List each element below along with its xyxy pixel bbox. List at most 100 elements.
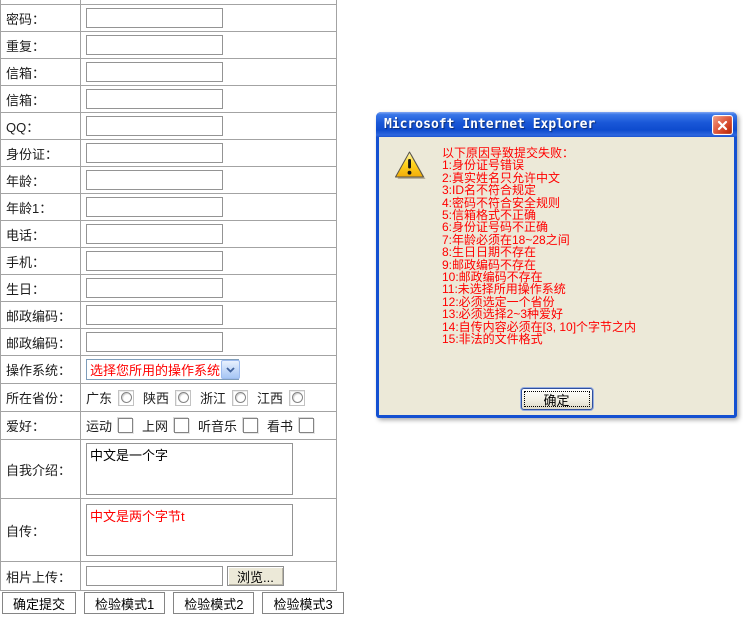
province-option-shaanxi: 陕西 — [143, 388, 192, 407]
age1-input[interactable] — [86, 197, 223, 217]
form-row-age: 年龄： — [0, 166, 337, 194]
check-mode3-button[interactable]: 检验模式3 — [262, 592, 344, 614]
qq-label: QQ： — [0, 112, 81, 140]
birthday-input[interactable] — [86, 278, 223, 298]
intro-textarea[interactable]: 中文是一个字 — [86, 443, 293, 495]
form-action-buttons: 确定提交 检验模式1 检验模式2 检验模式3 — [2, 592, 344, 614]
bio-label: 自传： — [0, 498, 81, 562]
intro-label: 自我介绍： — [0, 439, 81, 499]
chevron-down-icon[interactable] — [221, 360, 241, 379]
check-mode2-button[interactable]: 检验模式2 — [173, 592, 255, 614]
form-row-email2: 信箱： — [0, 85, 337, 113]
check-mode1-button[interactable]: 检验模式1 — [84, 592, 166, 614]
warning-icon — [395, 151, 426, 179]
photo-label: 相片上传： — [0, 561, 81, 591]
message-line: 8:生日日期不存在 — [442, 245, 537, 260]
email-label: 信箱： — [0, 58, 81, 86]
form-row-intro: 自我介绍： 中文是一个字 — [0, 439, 337, 499]
dialog-body: 以下原因导致提交失败： 1:身份证号错误 2:真实姓名只允许中文 3:ID名不符… — [379, 137, 734, 415]
email-input[interactable] — [86, 62, 223, 82]
phone-label: 电话： — [0, 220, 81, 248]
form-row-zipcode2: 邮政编码： — [0, 328, 337, 356]
checkbox-label: 上网 — [142, 419, 169, 434]
hobby-option-music: 听音乐 — [198, 416, 259, 435]
ie-alert-dialog: Microsoft Internet Explorer 以下原因导致提交失败： … — [376, 112, 737, 418]
age-label: 年龄： — [0, 166, 81, 194]
province-radio-jiangxi[interactable] — [289, 389, 306, 406]
form-row-password: 密码： — [0, 4, 337, 32]
age-input[interactable] — [86, 170, 223, 190]
email2-input[interactable] — [86, 89, 223, 109]
password-repeat-label: 重复： — [0, 31, 81, 59]
mobile-label: 手机： — [0, 247, 81, 275]
idcard-label: 身份证： — [0, 139, 81, 167]
province-radio-shaanxi[interactable] — [175, 389, 192, 406]
province-option-guangdong: 广东 — [86, 388, 135, 407]
province-option-jiangxi: 江西 — [257, 388, 306, 407]
form-row-hobby: 爱好： 运动 上网 听音乐 看书 — [0, 411, 337, 440]
password-repeat-input[interactable] — [86, 35, 223, 55]
photo-file-input[interactable] — [86, 566, 223, 586]
radio-label: 陕西 — [143, 391, 170, 406]
zipcode2-label: 邮政编码： — [0, 328, 81, 356]
message-line: 1:身份证号错误 — [442, 158, 525, 173]
form-row-bio: 自传： 中文是两个字节t — [0, 498, 337, 562]
password-label: 密码： — [0, 4, 81, 32]
os-label: 操作系统： — [0, 355, 81, 384]
form-row-zipcode: 邮政编码： — [0, 301, 337, 329]
os-select-value: 选择您所用的操作系统 — [90, 363, 221, 378]
zipcode2-input[interactable] — [86, 332, 223, 352]
registration-form-table: 密码： 重复： 信箱： 信箱： QQ： 身份证： 年龄： 年龄1： 电话： 手机… — [0, 0, 337, 591]
form-row-photo: 相片上传： 浏览... — [0, 561, 337, 591]
mobile-input[interactable] — [86, 251, 223, 271]
province-option-zhejiang: 浙江 — [200, 388, 249, 407]
province-radio-zhejiang[interactable] — [232, 389, 249, 406]
radio-label: 广东 — [86, 391, 113, 406]
province-radio-guangdong[interactable] — [118, 389, 135, 406]
form-row-os: 操作系统： 选择您所用的操作系统 — [0, 355, 337, 384]
hobby-checkbox-internet[interactable] — [174, 418, 190, 433]
form-row-birthday: 生日： — [0, 274, 337, 302]
ok-button[interactable]: 确定 — [520, 388, 593, 410]
email2-label: 信箱： — [0, 85, 81, 113]
form-row-phone: 电话： — [0, 220, 337, 248]
form-row-password-repeat: 重复： — [0, 31, 337, 59]
close-icon — [717, 120, 728, 130]
zipcode-input[interactable] — [86, 305, 223, 325]
checkbox-label: 运动 — [86, 419, 113, 434]
message-line: 11:未选择所用操作系统 — [442, 282, 566, 297]
form-row-email: 信箱： — [0, 58, 337, 86]
os-select[interactable]: 选择您所用的操作系统 — [86, 359, 241, 380]
hobby-checkbox-sport[interactable] — [118, 418, 134, 433]
hobby-checkbox-reading[interactable] — [299, 418, 315, 433]
idcard-input[interactable] — [86, 143, 223, 163]
browse-button[interactable]: 浏览... — [227, 566, 284, 586]
checkbox-label: 听音乐 — [198, 419, 238, 434]
message-line: 13:必须选择2~3种爱好 — [442, 307, 564, 322]
submit-button[interactable]: 确定提交 — [2, 592, 77, 614]
message-line: 15:非法的文件格式 — [442, 332, 543, 347]
province-label: 所在省份： — [0, 383, 81, 412]
dialog-message-list: 以下原因导致提交失败： 1:身份证号错误 2:真实姓名只允许中文 3:ID名不符… — [442, 147, 636, 346]
age1-label: 年龄1： — [0, 193, 81, 221]
birthday-label: 生日： — [0, 274, 81, 302]
qq-input[interactable] — [86, 116, 223, 136]
hobby-option-sport: 运动 — [86, 416, 134, 435]
hobby-label: 爱好： — [0, 411, 81, 440]
bio-textarea[interactable]: 中文是两个字节t — [86, 504, 293, 556]
radio-label: 江西 — [257, 391, 284, 406]
zipcode-label: 邮政编码： — [0, 301, 81, 329]
dialog-titlebar[interactable]: Microsoft Internet Explorer — [376, 112, 737, 137]
form-row-province: 所在省份： 广东 陕西 浙江 江西 — [0, 383, 337, 412]
password-input[interactable] — [86, 8, 223, 28]
hobby-checkbox-music[interactable] — [243, 418, 259, 433]
form-row-age1: 年龄1： — [0, 193, 337, 221]
hobby-option-internet: 上网 — [142, 416, 190, 435]
form-row-mobile: 手机： — [0, 247, 337, 275]
hobby-option-reading: 看书 — [267, 416, 315, 435]
phone-input[interactable] — [86, 224, 223, 244]
message-line: 6:身份证号码不正确 — [442, 220, 549, 235]
close-button[interactable] — [712, 115, 733, 135]
dialog-title: Microsoft Internet Explorer — [384, 117, 596, 132]
form-row-qq: QQ： — [0, 112, 337, 140]
